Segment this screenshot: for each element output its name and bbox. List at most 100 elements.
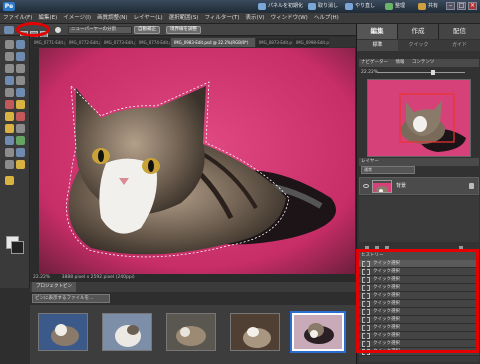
- tab-quick[interactable]: クイック: [398, 40, 439, 51]
- lasso-tool-icon[interactable]: [16, 64, 25, 73]
- undo-button[interactable]: 取り消し: [308, 2, 338, 11]
- bin-thumbnail[interactable]: [166, 313, 216, 351]
- document-tabs: IMG_0771-Edit.psd IMG_0772-Edit.psd IMG_…: [30, 37, 356, 47]
- navigator-preview[interactable]: [367, 79, 471, 157]
- share-button[interactable]: 共有: [418, 2, 438, 11]
- status-bar: 22.22% 3888 pixel x 2592 pixel (240ppi): [31, 274, 355, 282]
- eyedropper-tool-icon[interactable]: [16, 52, 25, 61]
- type-tool-icon[interactable]: [16, 76, 25, 85]
- photoshop-elements-window: Pe パネルを初期化 取り消し やり直し 整理 共有 – □ × ファイル(F)…: [0, 0, 480, 364]
- quick-selection-tool-icon[interactable]: [4, 26, 14, 34]
- tab-contents[interactable]: コンテンツ: [412, 60, 435, 65]
- menu-image[interactable]: イメージ(I): [60, 13, 94, 24]
- pencil-tool-icon[interactable]: [16, 160, 25, 169]
- reset-panels-button[interactable]: パネルを初期化: [258, 2, 303, 11]
- lock-icon: [469, 183, 474, 189]
- paint-bucket-tool-icon[interactable]: [5, 136, 14, 145]
- zoom-tool-icon[interactable]: [16, 40, 25, 49]
- menu-filter[interactable]: フィルター(T): [201, 13, 242, 24]
- brush-tool-icon[interactable]: [5, 124, 14, 133]
- eye-icon[interactable]: [363, 184, 369, 188]
- zoom-slider-track[interactable]: [377, 72, 465, 73]
- doc-tab[interactable]: IMG_0774-Edit.psd: [136, 38, 170, 47]
- toolbox: [0, 36, 30, 288]
- document-canvas[interactable]: [31, 48, 355, 274]
- doc-tab-active[interactable]: IMG_0983-Edit.psd @ 22.2%(RGB/8*): [171, 38, 255, 47]
- navigator-panel-header: ナビゲーター 情報 コンテンツ: [359, 59, 479, 67]
- navigator-zoom-value: 22.22%: [361, 70, 379, 75]
- menu-layer[interactable]: レイヤー(L): [130, 13, 165, 24]
- layer-row-background[interactable]: 背景: [359, 177, 479, 195]
- clone-stamp-tool-icon[interactable]: [5, 112, 14, 121]
- layer-thumbnail: [372, 180, 392, 193]
- doc-tab[interactable]: IMG_0771-Edit.psd: [31, 38, 65, 47]
- smart-brush-tool-icon[interactable]: [16, 124, 25, 133]
- shape-tool-icon[interactable]: [5, 148, 14, 157]
- undo-icon: [308, 3, 316, 10]
- title-bar: Pe パネルを初期化 取り消し やり直し 整理 共有 – □ ×: [0, 0, 480, 13]
- tab-guided[interactable]: ガイド: [439, 40, 480, 51]
- organize-icon: [385, 3, 393, 10]
- background-color-swatch[interactable]: [11, 241, 24, 254]
- tab-full-edit[interactable]: 標準: [357, 40, 398, 51]
- project-bin-tab[interactable]: プロジェクトビン: [32, 282, 76, 292]
- recompose-tool-icon[interactable]: [5, 176, 14, 185]
- zoom-slider-handle[interactable]: [431, 70, 435, 75]
- menu-view[interactable]: 表示(V): [243, 13, 268, 24]
- zoom-readout[interactable]: 22.22%: [33, 275, 50, 280]
- layers-panel-header: レイヤー: [359, 158, 479, 166]
- doc-tab[interactable]: IMG_0772-Edit.psd: [66, 38, 100, 47]
- spot-healing-tool-icon[interactable]: [16, 100, 25, 109]
- move-tool-icon[interactable]: [5, 40, 14, 49]
- doc-tab[interactable]: IMG_0873-Edit.psd: [256, 38, 292, 47]
- refine-edge-button[interactable]: 境界線を調整: [166, 26, 201, 34]
- sponge-tool-icon[interactable]: [5, 160, 14, 169]
- menu-window[interactable]: ウィンドウ(W): [268, 13, 311, 24]
- quick-selection-tool-icon[interactable]: [5, 76, 14, 85]
- minimize-button[interactable]: –: [446, 2, 455, 10]
- organize-button[interactable]: 整理: [385, 2, 405, 11]
- tab-share[interactable]: 配信: [439, 24, 480, 39]
- doc-tab[interactable]: IMG_0998-Edit.psd: [293, 38, 329, 47]
- close-button[interactable]: ×: [468, 2, 477, 10]
- eraser-tool-icon[interactable]: [16, 112, 25, 121]
- cat-photo: [31, 48, 355, 274]
- cookie-cutter-tool-icon[interactable]: [16, 88, 25, 97]
- navigator-zoom: 22.22%: [361, 69, 477, 76]
- tab-info[interactable]: 情報: [395, 60, 404, 65]
- app-logo: Pe: [3, 2, 15, 11]
- mode-tabs: 編集 作成 配信: [357, 24, 480, 39]
- history-highlight-box: [356, 249, 479, 353]
- crop-tool-icon[interactable]: [5, 88, 14, 97]
- maximize-button[interactable]: □: [457, 2, 466, 10]
- sample-all-layers-field[interactable]: ニューパーヤーの分割: [68, 26, 132, 34]
- share-icon: [418, 3, 426, 10]
- menu-enhance[interactable]: 画質調整(N): [94, 13, 130, 24]
- highlight-oval: [16, 22, 50, 37]
- hand-tool-icon[interactable]: [5, 52, 14, 61]
- bin-thumbnail[interactable]: [38, 313, 88, 351]
- doc-tab[interactable]: IMG_0773-Edit.psd: [101, 38, 135, 47]
- menu-select[interactable]: 選択範囲(S): [166, 13, 202, 24]
- layers-list-empty-area: [359, 196, 479, 242]
- red-eye-tool-icon[interactable]: [5, 100, 14, 109]
- project-bin-header: プロジェクトビン: [30, 282, 356, 292]
- project-bin: [30, 305, 356, 364]
- menu-bar: ファイル(F) 編集(E) イメージ(I) 画質調整(N) レイヤー(L) 選択範囲(S)…: [0, 13, 480, 24]
- bin-thumbnail[interactable]: [102, 313, 152, 351]
- bin-thumbnail[interactable]: [230, 313, 280, 351]
- tab-navigator[interactable]: ナビゲーター: [361, 60, 388, 65]
- gradient-tool-icon[interactable]: [16, 136, 25, 145]
- document-info: 3888 pixel x 2592 pixel (240ppi): [61, 275, 135, 280]
- marquee-tool-icon[interactable]: [5, 64, 14, 73]
- brush-size-icon[interactable]: [55, 27, 61, 33]
- redo-button[interactable]: やり直し: [345, 2, 375, 11]
- blur-tool-icon[interactable]: [16, 148, 25, 157]
- menu-help[interactable]: ヘルプ(H): [311, 13, 342, 24]
- tab-create[interactable]: 作成: [398, 24, 439, 39]
- blend-mode-dropdown[interactable]: 通常: [361, 166, 415, 174]
- bin-show-dropdown[interactable]: ビンに表示するファイルを...: [32, 294, 110, 303]
- tab-edit[interactable]: 編集: [357, 24, 398, 39]
- auto-enhance-checkbox[interactable]: 自動補正: [134, 26, 160, 34]
- bin-thumbnail-selected[interactable]: [290, 311, 346, 353]
